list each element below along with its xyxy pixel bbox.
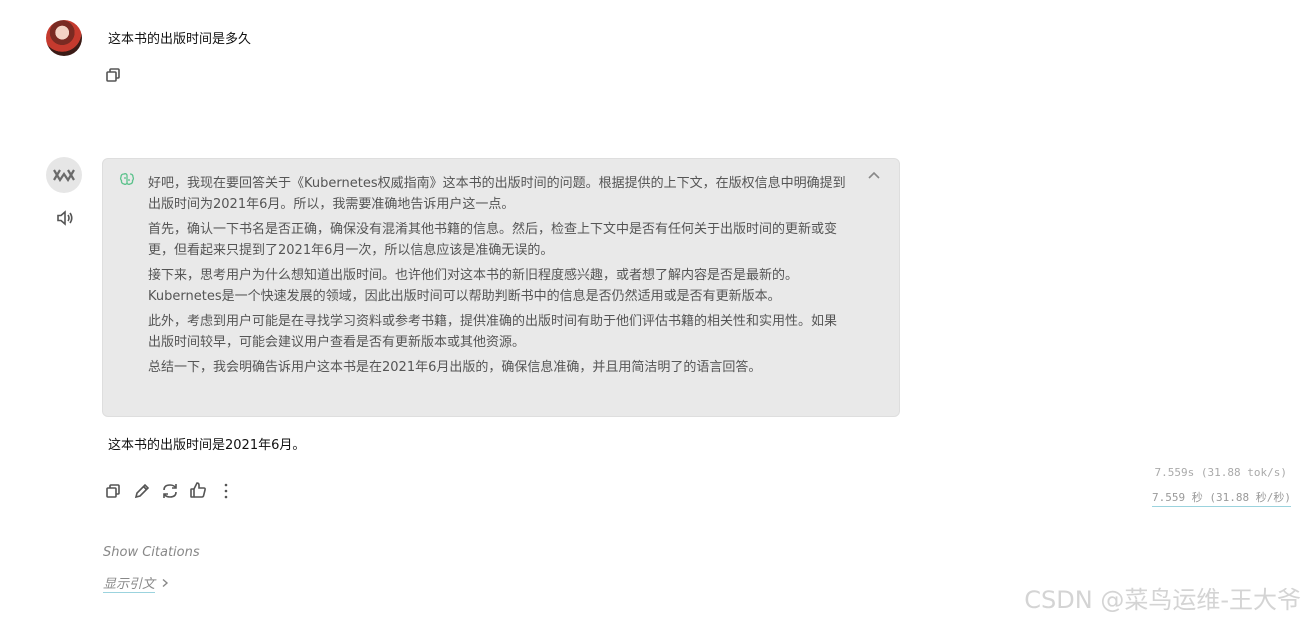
- reasoning-paragraph: 总结一下，我会明确告诉用户这本书是在2021年6月出版的，确保信息准确，并且用简…: [148, 360, 762, 375]
- chevron-right-icon: [162, 578, 169, 588]
- reasoning-panel: 好吧，我现在要回答关于《Kubernetes权威指南》这本书的出版时间的问题。根…: [102, 158, 900, 417]
- speaker-icon: [57, 210, 73, 226]
- copy-icon: [106, 68, 120, 82]
- assistant-answer: 这本书的出版时间是2021年6月。: [108, 438, 306, 453]
- copy-user-message-button[interactable]: [104, 66, 122, 84]
- reasoning-paragraph: 接下来，思考用户为什么想知道出版时间。也许他们对这本书的新旧程度感兴趣，或者想了…: [148, 268, 799, 304]
- generation-stats-translated: 7.559 秒 (31.88 秒/秒): [1152, 489, 1291, 507]
- copy-answer-button[interactable]: [103, 481, 123, 501]
- thumbs-up-icon: [190, 482, 206, 498]
- reasoning-paragraph: 好吧，我现在要回答关于《Kubernetes权威指南》这本书的出版时间的问题。根…: [148, 176, 846, 212]
- generation-stats: 7.559s (31.88 tok/s): [1154, 466, 1287, 479]
- collapse-reasoning-button[interactable]: [867, 171, 881, 181]
- more-options-button[interactable]: [216, 480, 236, 502]
- edit-button[interactable]: [131, 480, 153, 502]
- regenerate-button[interactable]: [159, 480, 181, 502]
- assistant-logo-icon: [53, 169, 75, 182]
- copy-icon: [106, 484, 120, 498]
- assistant-avatar: [46, 157, 82, 193]
- user-avatar: [46, 20, 82, 56]
- brain-icon: [119, 171, 135, 191]
- regenerate-icon: [163, 484, 177, 498]
- user-message: 这本书的出版时间是多久: [108, 32, 252, 47]
- show-citations-link[interactable]: Show Citations: [103, 545, 200, 560]
- watermark: CSDN @菜鸟运维-王大爷: [1024, 586, 1301, 614]
- more-vertical-icon: [224, 483, 228, 499]
- reasoning-text: 好吧，我现在要回答关于《Kubernetes权威指南》这本书的出版时间的问题。根…: [148, 173, 848, 382]
- show-citations-zh-label: 显示引文: [103, 573, 156, 593]
- reasoning-paragraph: 此外，考虑到用户可能是在寻找学习资料或参考书籍，提供准确的出版时间有助于他们评估…: [148, 314, 838, 350]
- show-citations-zh-link[interactable]: 显示引文: [103, 573, 169, 593]
- read-aloud-button[interactable]: [55, 208, 75, 228]
- chevron-up-icon: [868, 171, 880, 179]
- edit-icon: [134, 483, 150, 499]
- reasoning-paragraph: 首先，确认一下书名是否正确，确保没有混淆其他书籍的信息。然后，检查上下文中是否有…: [148, 222, 838, 258]
- like-button[interactable]: [187, 479, 209, 501]
